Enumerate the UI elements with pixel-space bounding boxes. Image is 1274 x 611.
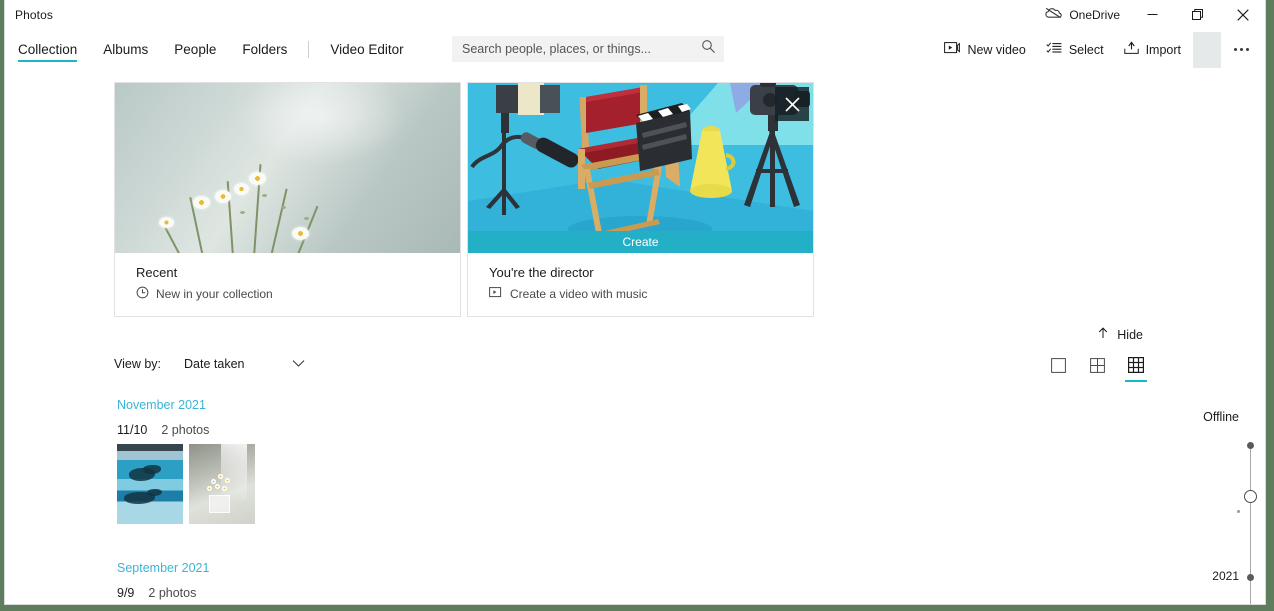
minimize-button[interactable] bbox=[1130, 0, 1175, 29]
onedrive-status-button[interactable]: OneDrive bbox=[1035, 0, 1130, 29]
zoom-single-large-button[interactable] bbox=[1045, 352, 1071, 378]
timeline-scroll-thumb[interactable] bbox=[1244, 490, 1257, 503]
hide-button[interactable]: Hide bbox=[1089, 322, 1151, 347]
section-photo-count: 2 photos bbox=[148, 586, 197, 600]
recent-card[interactable]: Recent New in your collection bbox=[114, 82, 461, 317]
import-label: Import bbox=[1145, 42, 1181, 57]
search-placeholder: Search people, places, or things... bbox=[462, 42, 652, 56]
create-card-title: You're the director bbox=[489, 265, 594, 280]
clapperboard bbox=[636, 103, 692, 171]
tab-list: Collection Albums People Folders Video E… bbox=[5, 29, 417, 70]
title-bar: Photos OneDrive bbox=[5, 0, 1265, 29]
tab-folders-label: Folders bbox=[242, 42, 288, 57]
recent-card-image bbox=[115, 83, 460, 253]
more-options-button[interactable] bbox=[1223, 34, 1259, 66]
video-icon bbox=[489, 286, 503, 301]
offline-status-label: Offline bbox=[1203, 410, 1239, 424]
recent-card-body: Recent New in your collection bbox=[115, 253, 460, 316]
zoom-level-controls bbox=[1045, 352, 1149, 382]
section-date: 9/9 bbox=[117, 586, 135, 600]
tab-albums-label: Albums bbox=[103, 42, 149, 57]
timeline-year-label: 2021 bbox=[1212, 569, 1239, 583]
photo-thumbnail-row bbox=[117, 444, 255, 524]
select-button[interactable]: Select bbox=[1036, 34, 1114, 66]
app-title: Photos bbox=[15, 7, 53, 22]
close-button[interactable] bbox=[1220, 0, 1265, 29]
section-date: 11/10 bbox=[117, 423, 148, 437]
import-button[interactable]: Import bbox=[1114, 34, 1191, 66]
tab-people[interactable]: People bbox=[161, 29, 229, 70]
restore-button[interactable] bbox=[1175, 0, 1220, 29]
photo-thumbnail-ice-lake[interactable] bbox=[117, 444, 183, 524]
single-large-icon bbox=[1050, 357, 1066, 373]
view-by-value: Date taken bbox=[184, 357, 245, 371]
new-video-button[interactable]: New video bbox=[934, 34, 1035, 66]
more-dot bbox=[1239, 48, 1243, 51]
create-card-image: Create bbox=[468, 83, 813, 253]
hide-label: Hide bbox=[1117, 327, 1143, 342]
close-icon[interactable] bbox=[775, 87, 809, 121]
chevron-down-icon bbox=[292, 357, 305, 371]
photos-app-window: Photos OneDrive Collection Albums People… bbox=[4, 0, 1266, 605]
onedrive-cloud-offline-icon bbox=[1045, 7, 1063, 22]
flowers-vase-image bbox=[189, 444, 255, 524]
create-card-subtitle: Create a video with music bbox=[510, 286, 648, 301]
title-bar-right: OneDrive bbox=[1035, 0, 1265, 29]
timeline-minor-dot bbox=[1237, 510, 1240, 513]
section-meta: 9/9 2 photos bbox=[117, 586, 209, 600]
recent-card-subtitle: New in your collection bbox=[156, 287, 273, 301]
new-video-icon bbox=[944, 41, 961, 58]
zoom-medium-grid-button[interactable] bbox=[1084, 352, 1110, 378]
create-card-subtitle-row: Create a video with music bbox=[489, 286, 792, 301]
view-by-control: View by: Date taken bbox=[114, 353, 313, 375]
toolbar-highlighted-button[interactable] bbox=[1193, 31, 1221, 68]
tab-collection[interactable]: Collection bbox=[5, 29, 90, 70]
director-illustration: Create bbox=[468, 83, 813, 253]
ice-lake-image bbox=[117, 444, 183, 524]
section-november-2021: November 2021 11/10 2 photos bbox=[117, 398, 255, 524]
tab-video-editor[interactable]: Video Editor bbox=[317, 29, 416, 70]
tab-people-label: People bbox=[174, 42, 217, 57]
daisies-photo bbox=[115, 83, 460, 253]
highlight-cards: Recent New in your collection Create You… bbox=[114, 82, 814, 317]
section-photo-count: 2 photos bbox=[161, 423, 210, 437]
section-meta: 11/10 2 photos bbox=[117, 423, 255, 437]
section-month-heading[interactable]: September 2021 bbox=[117, 561, 209, 575]
tab-collection-label: Collection bbox=[18, 42, 78, 57]
onedrive-label: OneDrive bbox=[1069, 7, 1120, 22]
command-toolbar: New video Select Import bbox=[934, 29, 1265, 70]
select-label: Select bbox=[1068, 42, 1104, 57]
arrow-up-icon bbox=[1097, 327, 1109, 342]
view-by-label: View by: bbox=[114, 357, 162, 371]
section-month-heading[interactable]: November 2021 bbox=[117, 398, 255, 412]
daisy-cluster bbox=[159, 152, 377, 253]
tab-albums[interactable]: Albums bbox=[90, 29, 161, 70]
create-card-body: You're the director Create a video with … bbox=[468, 253, 813, 315]
import-icon bbox=[1123, 41, 1139, 58]
search-box[interactable]: Search people, places, or things... bbox=[452, 36, 724, 62]
timeline-marker-dot[interactable] bbox=[1247, 574, 1254, 581]
medium-grid-icon bbox=[1089, 357, 1105, 373]
view-by-dropdown[interactable]: Date taken bbox=[184, 353, 313, 375]
tab-separator bbox=[308, 41, 310, 58]
tab-folders[interactable]: Folders bbox=[229, 29, 300, 70]
tab-video-editor-label: Video Editor bbox=[330, 42, 404, 57]
select-icon bbox=[1046, 41, 1062, 58]
recent-card-subtitle-row: New in your collection bbox=[136, 286, 439, 302]
zoom-small-grid-button[interactable] bbox=[1123, 352, 1149, 382]
timeline-scrollbar[interactable]: Offline 2021 bbox=[1199, 398, 1265, 604]
recent-card-title: Recent bbox=[136, 265, 178, 280]
create-video-card[interactable]: Create You're the director Create a vide… bbox=[467, 82, 814, 317]
clock-icon bbox=[136, 286, 149, 302]
director-scene-svg bbox=[468, 83, 813, 253]
search-icon[interactable] bbox=[701, 39, 716, 59]
timeline-marker-dot[interactable] bbox=[1247, 442, 1254, 449]
section-september-2021: September 2021 9/9 2 photos bbox=[117, 561, 209, 600]
new-video-label: New video bbox=[967, 42, 1026, 57]
more-dot bbox=[1245, 48, 1249, 51]
more-dot bbox=[1233, 48, 1237, 51]
small-grid-icon bbox=[1128, 357, 1144, 373]
photo-thumbnail-flowers-vase[interactable] bbox=[189, 444, 255, 524]
create-banner: Create bbox=[468, 231, 813, 253]
